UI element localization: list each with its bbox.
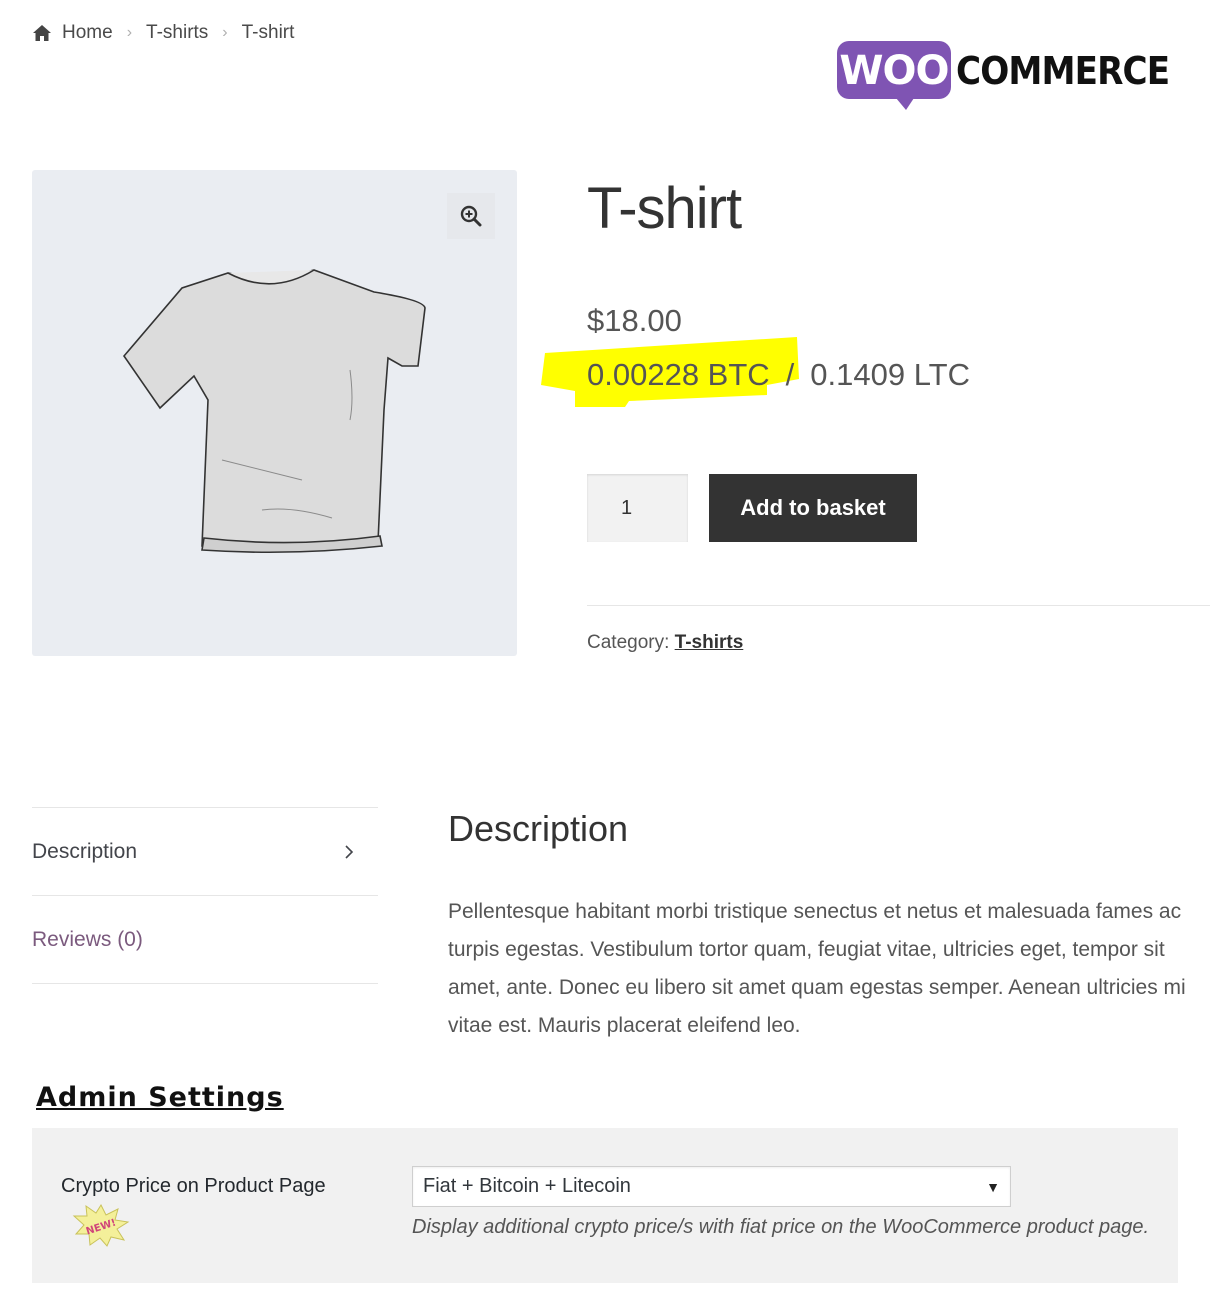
breadcrumb-tshirts-link[interactable]: T-shirts — [146, 22, 208, 44]
chevron-right-icon: › — [222, 24, 228, 41]
tab-label: Description — [32, 839, 138, 863]
price-separator: / — [785, 357, 795, 392]
category-label: Category: — [587, 632, 670, 653]
add-to-basket-button[interactable]: Add to basket — [709, 474, 917, 542]
description-text: Pellentesque habitant morbi tristique se… — [448, 900, 1186, 1037]
setting-help-text: Display additional crypto price/s with f… — [412, 1216, 1150, 1238]
setting-label: Crypto Price on Product Page — [61, 1175, 326, 1197]
dropdown-arrow-icon: ▼ — [986, 1178, 1000, 1195]
product-category: Category: T-shirts — [587, 632, 743, 654]
category-link[interactable]: T-shirts — [675, 632, 744, 653]
tab-label: Reviews (0) — [32, 927, 143, 951]
crypto-price: 0.00228 BTC / 0.1409 LTC — [541, 337, 970, 407]
woocommerce-logo: WOO COMMERCE — [836, 40, 1193, 110]
admin-settings-title: Admin Settings — [36, 1082, 284, 1113]
zoom-in-icon — [460, 205, 482, 227]
breadcrumb: Home › T-shirts › T-shirt — [32, 22, 294, 44]
product-image[interactable] — [32, 170, 517, 656]
home-icon[interactable] — [32, 24, 52, 42]
chevron-right-icon — [345, 844, 354, 859]
description-heading: Description — [448, 808, 629, 849]
tshirt-illustration — [122, 269, 426, 554]
quantity-input[interactable] — [587, 474, 688, 542]
new-badge-icon: NEW! — [72, 1203, 130, 1247]
commerce-logo-text: COMMERCE — [956, 49, 1170, 93]
zoom-button[interactable] — [447, 193, 495, 239]
breadcrumb-home-link[interactable]: Home — [62, 22, 113, 44]
breadcrumb-current: T-shirt — [241, 22, 295, 43]
crypto-price-select[interactable]: Fiat + Bitcoin + Litecoin ▼ — [412, 1166, 1011, 1207]
tab-description[interactable]: Description — [32, 807, 378, 895]
select-value: Fiat + Bitcoin + Litecoin — [423, 1175, 631, 1197]
price-btc: 0.00228 BTC — [587, 357, 770, 392]
product-title: T-shirt — [587, 176, 742, 241]
price-ltc: 0.1409 LTC — [810, 357, 970, 392]
product-tabs: Description Reviews (0) — [32, 807, 378, 984]
chevron-right-icon: › — [126, 24, 133, 41]
divider — [587, 605, 1210, 606]
tab-reviews[interactable]: Reviews (0) — [32, 895, 378, 984]
woo-badge: WOO — [836, 40, 952, 110]
woo-logo-text: WOO — [839, 48, 949, 94]
